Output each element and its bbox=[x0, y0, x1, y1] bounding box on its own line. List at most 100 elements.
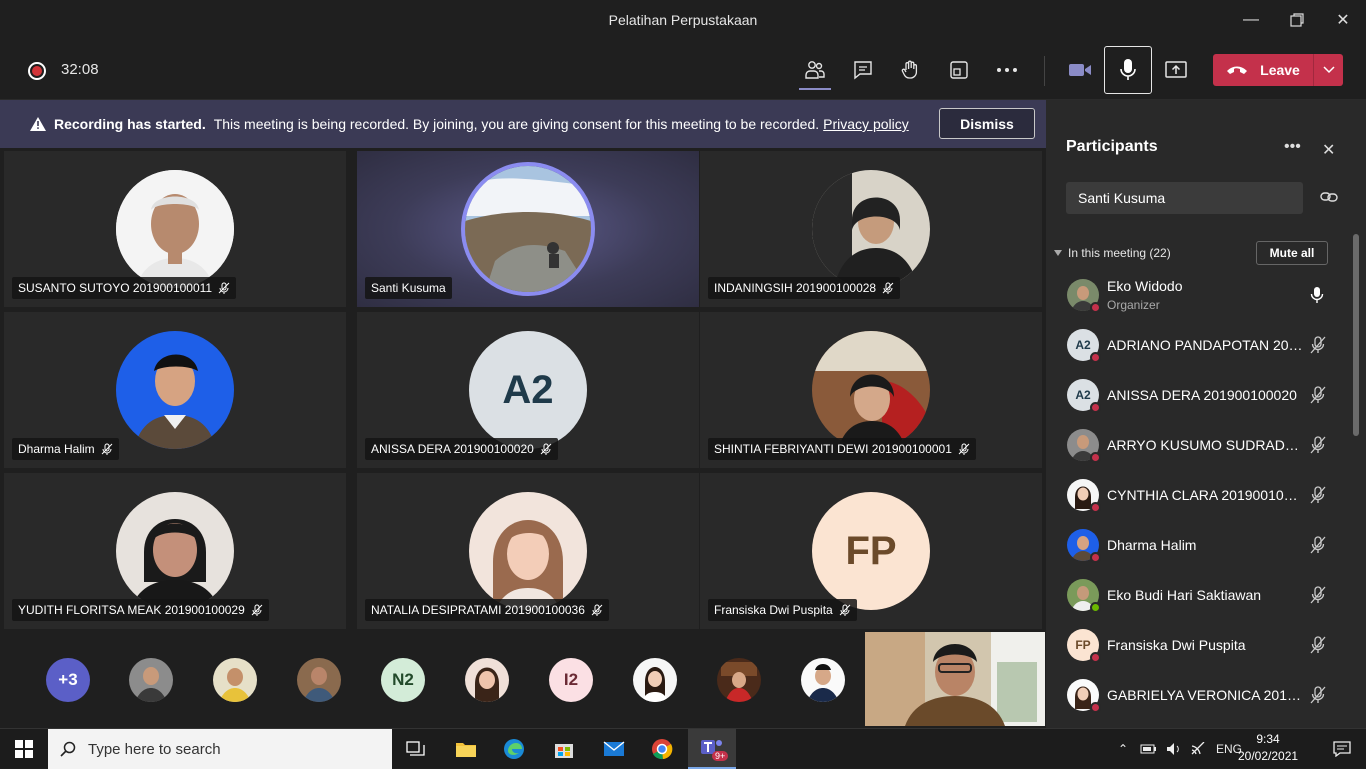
meeting-toolbar: 32:08 Leave bbox=[0, 40, 1366, 100]
start-button[interactable] bbox=[0, 729, 48, 769]
recording-icon bbox=[28, 62, 46, 80]
mic-muted-icon bbox=[1310, 686, 1326, 704]
participant-row[interactable]: A2 ADRIANO PANDAPOTAN 201... bbox=[1046, 320, 1346, 370]
participant-row[interactable]: Dharma Halim bbox=[1046, 520, 1346, 570]
more-participants-button[interactable]: +3 bbox=[46, 658, 90, 702]
strip-avatar[interactable] bbox=[129, 658, 173, 702]
mic-muted-icon bbox=[882, 282, 894, 294]
participant-nametag: YUDITH FLORITSA MEAK 201900100029 bbox=[12, 599, 269, 621]
volume-icon[interactable] bbox=[1166, 742, 1182, 756]
privacy-policy-link[interactable]: Privacy policy bbox=[823, 116, 909, 132]
chevron-up-icon[interactable]: ⌃ bbox=[1114, 742, 1132, 756]
mute-all-button[interactable]: Mute all bbox=[1256, 241, 1328, 265]
participant-tile[interactable]: SHINTIA FEBRIYANTI DEWI 201900100001 bbox=[700, 312, 1042, 468]
participant-row[interactable]: Eko Budi Hari Saktiawan bbox=[1046, 570, 1346, 620]
participant-tile[interactable]: INDANINGSIH 201900100028 bbox=[700, 151, 1042, 307]
participant-list-avatar bbox=[1067, 429, 1101, 463]
participant-tile[interactable]: A2 ANISSA DERA 201900100020 bbox=[357, 312, 699, 468]
participant-list-name: CYNTHIA CLARA 2019001000... bbox=[1107, 487, 1303, 503]
participant-list-name: Eko Budi Hari Saktiawan bbox=[1107, 587, 1262, 603]
participant-tile[interactable]: SUSANTO SUTOYO 201900100011 bbox=[4, 151, 346, 307]
search-icon bbox=[60, 741, 76, 757]
leave-button[interactable]: Leave bbox=[1213, 54, 1343, 86]
participant-name: NATALIA DESIPRATAMI 201900100036 bbox=[371, 603, 585, 617]
participant-initials: FP bbox=[845, 528, 897, 573]
breakout-rooms-icon[interactable] bbox=[941, 52, 977, 88]
show-participants-icon[interactable] bbox=[797, 52, 833, 90]
mic-muted-icon bbox=[1310, 436, 1326, 454]
microphone-icon bbox=[1120, 59, 1136, 80]
participant-tile[interactable]: Dharma Halim bbox=[4, 312, 346, 468]
participant-row[interactable]: FP Fransiska Dwi Puspita bbox=[1046, 620, 1346, 670]
teams-badge: 9+ bbox=[712, 751, 729, 761]
wifi-icon[interactable] bbox=[1190, 742, 1206, 756]
participant-list-name: ANISSA DERA 201900100020 bbox=[1107, 387, 1297, 403]
mic-muted-icon bbox=[1310, 536, 1326, 554]
share-screen-icon[interactable] bbox=[1158, 52, 1194, 88]
title-bar: Pelatihan Perpustakaan — ✕ bbox=[0, 0, 1366, 40]
leave-options-button[interactable] bbox=[1313, 54, 1343, 86]
maximize-icon[interactable] bbox=[1274, 0, 1320, 40]
chevron-down-icon bbox=[1322, 66, 1335, 74]
raise-hand-icon[interactable] bbox=[893, 52, 929, 88]
teams-icon[interactable]: 9+ bbox=[688, 729, 736, 769]
panel-close-icon[interactable]: ✕ bbox=[1322, 140, 1335, 160]
participant-row[interactable]: Eko Widodo Organizer bbox=[1046, 270, 1346, 320]
participant-tile-active[interactable]: Santi Kusuma bbox=[357, 151, 699, 307]
taskbar-clock[interactable]: 9:34 20/02/2021 bbox=[1238, 731, 1298, 765]
file-explorer-icon[interactable] bbox=[442, 729, 490, 769]
mic-muted-icon bbox=[1310, 386, 1326, 404]
taskbar-search-input[interactable]: Type here to search bbox=[48, 729, 392, 769]
leave-main[interactable]: Leave bbox=[1213, 54, 1313, 86]
participant-nametag: SUSANTO SUTOYO 201900100011 bbox=[12, 277, 237, 299]
camera-icon[interactable] bbox=[1062, 52, 1098, 88]
edge-browser-icon[interactable] bbox=[490, 729, 538, 769]
task-view-icon[interactable] bbox=[392, 729, 440, 769]
microsoft-store-icon[interactable] bbox=[540, 729, 588, 769]
participant-row[interactable]: GABRIELYA VERONICA 20190... bbox=[1046, 670, 1346, 720]
mic-muted-icon bbox=[101, 443, 113, 455]
participant-tile[interactable]: FP Fransiska Dwi Puspita bbox=[700, 473, 1042, 629]
panel-more-icon[interactable]: ••• bbox=[1284, 138, 1301, 156]
strip-avatar-initials[interactable]: N2 bbox=[381, 658, 425, 702]
microphone-button[interactable] bbox=[1104, 46, 1152, 94]
participant-nametag: INDANINGSIH 201900100028 bbox=[708, 277, 901, 299]
participant-nametag: ANISSA DERA 201900100020 bbox=[365, 438, 558, 460]
more-actions-icon[interactable] bbox=[989, 52, 1025, 88]
participant-avatar bbox=[116, 170, 234, 288]
strip-avatar[interactable] bbox=[633, 658, 677, 702]
participant-avatar: FP bbox=[812, 492, 930, 610]
meeting-timer: 32:08 bbox=[61, 61, 99, 78]
self-view-video[interactable] bbox=[865, 632, 1045, 726]
mic-muted-icon bbox=[839, 604, 851, 616]
microphone-on-icon bbox=[1310, 287, 1324, 303]
strip-avatar[interactable] bbox=[801, 658, 845, 702]
share-invite-icon[interactable] bbox=[1320, 190, 1338, 209]
participant-list-avatar bbox=[1067, 579, 1101, 613]
strip-avatar-initials[interactable]: I2 bbox=[549, 658, 593, 702]
participant-tile[interactable]: YUDITH FLORITSA MEAK 201900100029 bbox=[4, 473, 346, 629]
minimize-icon[interactable]: — bbox=[1228, 0, 1274, 40]
participant-name: INDANINGSIH 201900100028 bbox=[714, 281, 877, 295]
dismiss-button[interactable]: Dismiss bbox=[939, 108, 1035, 139]
strip-avatar[interactable] bbox=[465, 658, 509, 702]
notifications-icon[interactable] bbox=[1318, 729, 1366, 769]
participant-tile[interactable]: NATALIA DESIPRATAMI 201900100036 bbox=[357, 473, 699, 629]
participant-search-input[interactable]: Santi Kusuma bbox=[1066, 182, 1303, 214]
participant-list-name: GABRIELYA VERONICA 20190... bbox=[1107, 687, 1303, 703]
mail-icon[interactable] bbox=[590, 729, 638, 769]
in-meeting-section-header[interactable]: In this meeting (22) bbox=[1054, 246, 1171, 260]
participant-row[interactable]: CYNTHIA CLARA 2019001000... bbox=[1046, 470, 1346, 520]
panel-scrollbar[interactable] bbox=[1353, 234, 1359, 436]
strip-avatar[interactable] bbox=[213, 658, 257, 702]
participant-row[interactable]: ARRYO KUSUMO SUDRADJAT... bbox=[1046, 420, 1346, 470]
strip-avatar[interactable] bbox=[717, 658, 761, 702]
chrome-icon[interactable] bbox=[638, 729, 686, 769]
battery-icon[interactable] bbox=[1140, 742, 1158, 756]
participant-avatar bbox=[812, 170, 930, 288]
chat-icon[interactable] bbox=[845, 52, 881, 88]
recording-banner: Recording has started. This meeting is b… bbox=[0, 100, 1046, 148]
participant-row[interactable]: A2 ANISSA DERA 201900100020 bbox=[1046, 370, 1346, 420]
close-window-icon[interactable]: ✕ bbox=[1320, 0, 1366, 40]
strip-avatar[interactable] bbox=[297, 658, 341, 702]
